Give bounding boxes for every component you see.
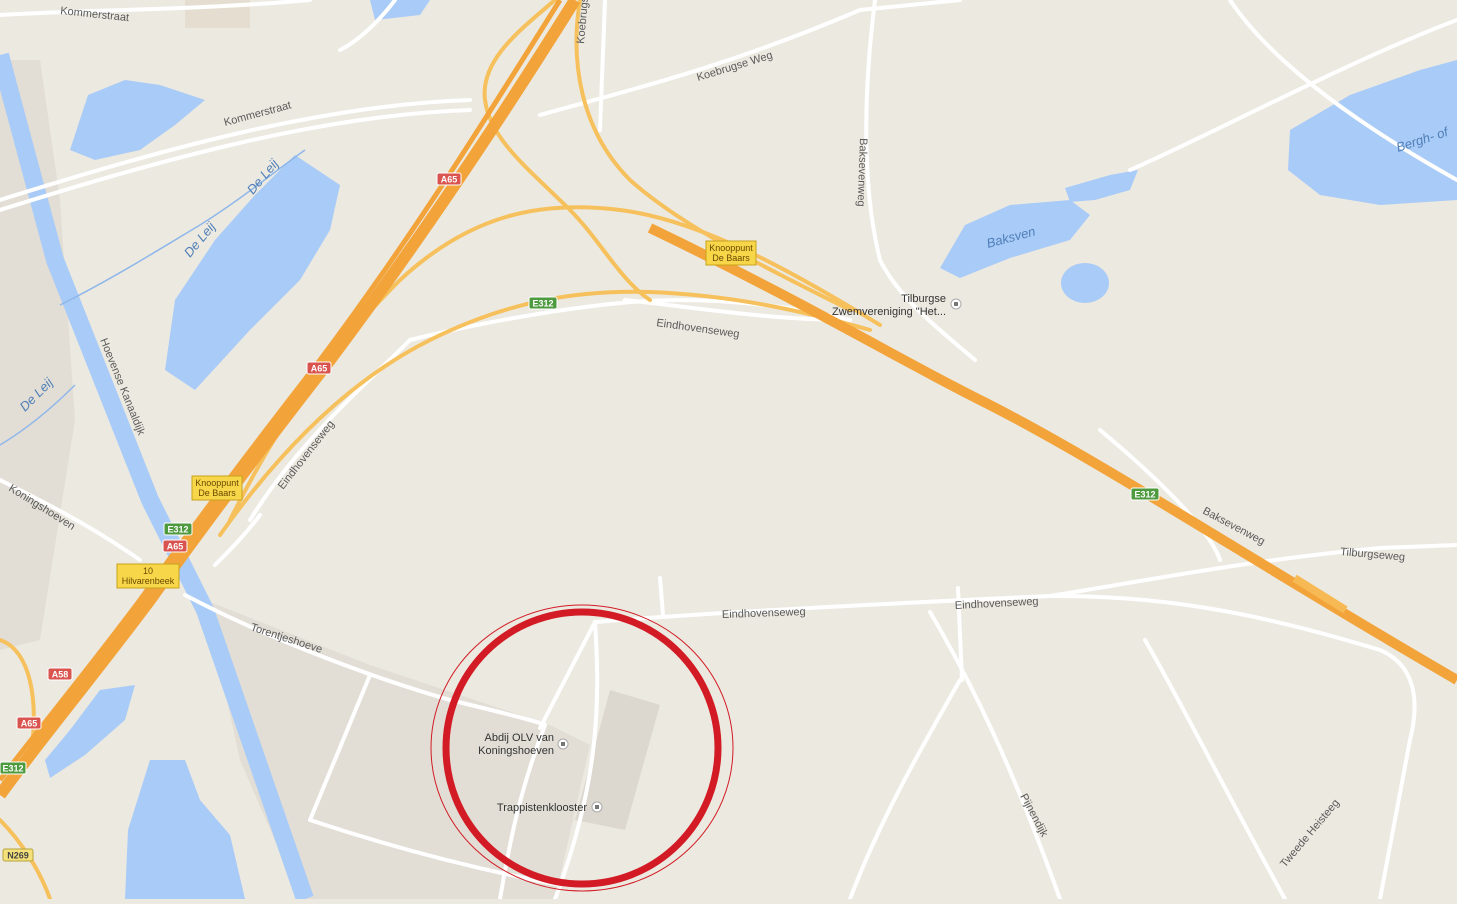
land-background [0,0,1457,899]
map-view[interactable]: Kommerstraat Kommerstraat Koebrugse Weg … [0,0,1457,902]
pond-baksven-south [1061,263,1109,303]
shield-e312-left[interactable]: E312 [163,522,193,536]
label-baksevenweg-vertical: Baksevenweg [855,138,869,207]
svg-text:A65: A65 [21,719,38,729]
junction-de-baars-left[interactable]: Knooppunt De Baars [191,475,243,501]
svg-text:De Baars: De Baars [712,253,750,263]
shield-e312-right[interactable]: E312 [1130,487,1160,501]
shield-a65-low[interactable]: A65 [162,539,188,553]
poi-trappistenklooster[interactable]: Trappistenklooster [497,801,603,814]
svg-text:A58: A58 [52,670,69,680]
junction-de-baars-top[interactable]: Knooppunt De Baars [705,240,757,266]
svg-text:Trappistenklooster: Trappistenklooster [497,802,587,814]
shield-n269[interactable]: N269 [2,848,34,862]
shield-a65-top[interactable]: A65 [436,172,462,186]
svg-text:Hilvarenbeek: Hilvarenbeek [122,576,175,586]
junction-exit-10-hilvarenbeek[interactable]: 10 Hilvarenbeek [116,563,180,589]
svg-text:E312: E312 [1134,490,1155,500]
shield-a65-bottom[interactable]: A65 [16,716,42,730]
svg-text:E312: E312 [167,525,188,535]
shield-e312-top[interactable]: E312 [528,296,558,310]
svg-text:10: 10 [143,566,153,576]
svg-text:A65: A65 [311,364,328,374]
svg-text:A65: A65 [167,542,184,552]
svg-text:Knooppunt: Knooppunt [709,243,753,253]
shield-a58[interactable]: A58 [47,667,73,681]
map-canvas[interactable]: Kommerstraat Kommerstraat Koebrugse Weg … [0,0,1457,902]
svg-text:N269: N269 [7,851,29,861]
shield-e312-bottom[interactable]: E312 [0,761,27,775]
shield-a65-mid[interactable]: A65 [306,361,332,375]
svg-text:E312: E312 [2,764,23,774]
svg-text:De Baars: De Baars [198,488,236,498]
svg-text:Abdij OLV van: Abdij OLV van [484,732,554,744]
svg-text:Tilburgse: Tilburgse [901,293,946,305]
svg-text:Zwemvereniging "Het...: Zwemvereniging "Het... [832,306,946,318]
svg-text:Koningshoeven: Koningshoeven [478,745,554,757]
svg-text:E312: E312 [532,299,553,309]
svg-text:A65: A65 [441,175,458,185]
svg-text:Knooppunt: Knooppunt [195,478,239,488]
